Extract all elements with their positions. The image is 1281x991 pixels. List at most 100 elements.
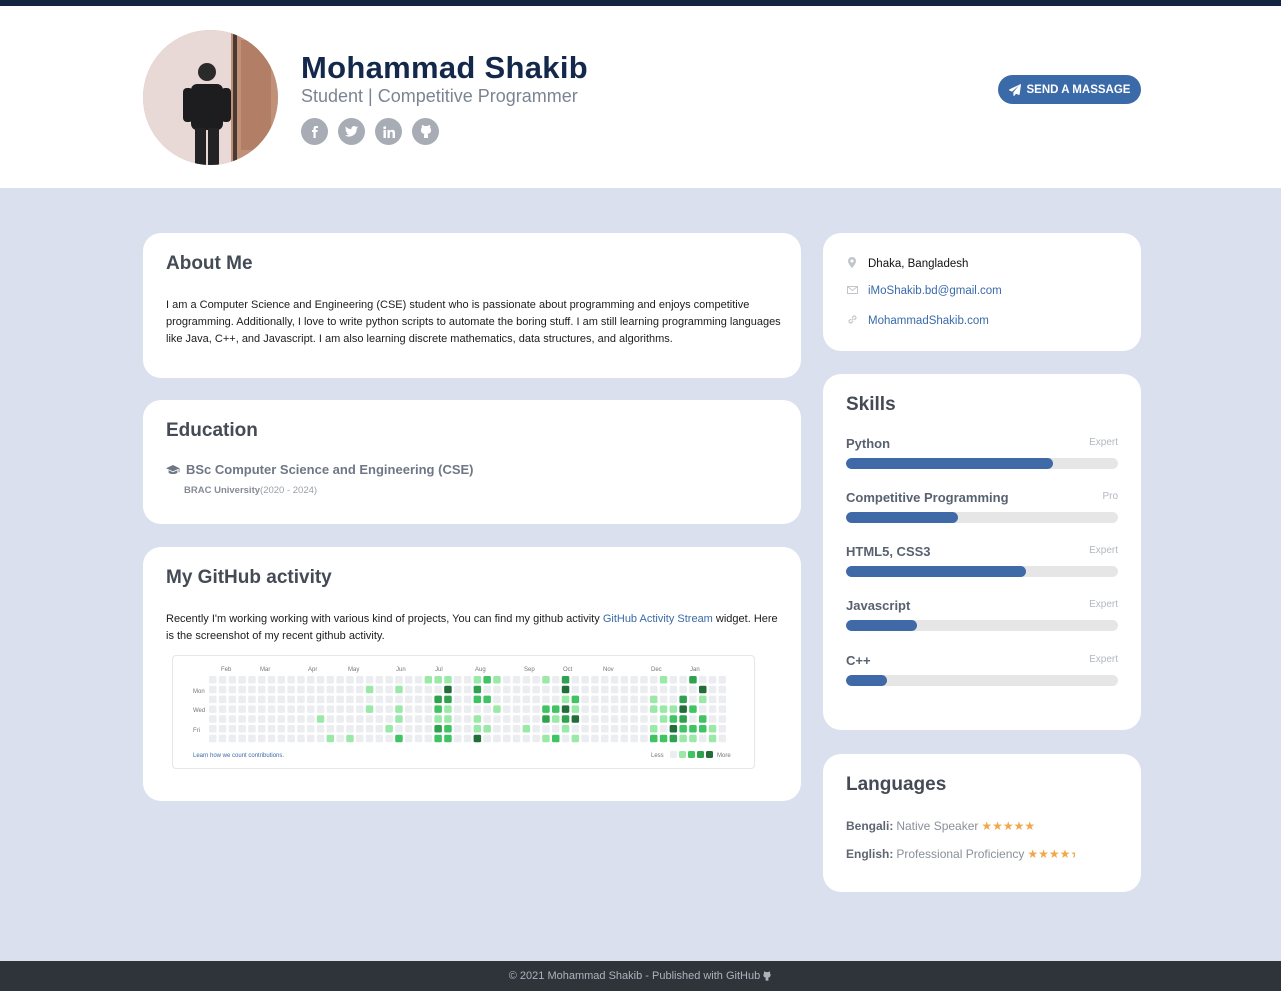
email-link[interactable]: iMoShakib.bd@gmail.com bbox=[868, 285, 1002, 297]
university-name: BRAC University bbox=[184, 485, 261, 496]
contribution-cell bbox=[365, 715, 374, 723]
contribution-cell bbox=[414, 725, 423, 733]
contribution-cell bbox=[356, 725, 364, 733]
contribution-cell bbox=[307, 715, 315, 723]
contribution-cell bbox=[561, 695, 570, 704]
half-star-icon: ★ bbox=[1070, 847, 1075, 861]
contribution-cell bbox=[238, 685, 246, 694]
contribution-cell bbox=[483, 734, 491, 743]
contribution-cell bbox=[434, 695, 442, 704]
contribution-cell bbox=[218, 705, 227, 713]
contribution-cell bbox=[561, 725, 570, 733]
contribution-cell bbox=[718, 695, 727, 704]
language-level: Professional Proficiency bbox=[896, 847, 1025, 861]
contribution-cell bbox=[365, 685, 374, 694]
send-message-button[interactable]: SEND A MASSAGE bbox=[998, 75, 1141, 104]
contribution-cell bbox=[659, 705, 668, 713]
contribution-cell bbox=[463, 715, 472, 723]
email-row: iMoShakib.bd@gmail.com bbox=[846, 285, 1002, 297]
skill-bar-fill bbox=[846, 512, 958, 523]
contribution-cell bbox=[679, 715, 687, 723]
contribution-cell bbox=[522, 734, 531, 743]
twitter-icon[interactable] bbox=[338, 118, 365, 145]
skills-card: Skills Python Expert Competitive Program… bbox=[823, 374, 1141, 730]
day-label: Fri bbox=[193, 728, 200, 734]
contribution-cell bbox=[218, 715, 227, 723]
contribution-cell bbox=[620, 705, 629, 713]
contribution-cell bbox=[640, 725, 648, 733]
contribution-cell bbox=[444, 676, 452, 684]
contribution-cell bbox=[699, 715, 707, 723]
contribution-cell bbox=[610, 734, 619, 743]
contribution-cell bbox=[630, 695, 638, 704]
month-label: Feb bbox=[221, 667, 232, 673]
skill-bar bbox=[846, 566, 1118, 577]
month-label: Jul bbox=[435, 667, 443, 673]
contribution-cell bbox=[385, 725, 393, 733]
contribution-cell bbox=[346, 734, 354, 743]
contribution-cell bbox=[346, 725, 354, 733]
website-link[interactable]: MohammadShakib.com bbox=[868, 315, 989, 327]
contribution-cell bbox=[209, 705, 217, 713]
facebook-icon[interactable] bbox=[301, 118, 328, 145]
contribution-cell bbox=[248, 715, 256, 723]
contribution-cell bbox=[267, 705, 276, 713]
contribution-cell bbox=[238, 695, 246, 704]
month-label: Jun bbox=[396, 667, 406, 673]
contribution-cell bbox=[434, 734, 442, 743]
contribution-cell bbox=[483, 725, 491, 733]
contribution-cell bbox=[414, 685, 423, 694]
map-pin-icon bbox=[846, 257, 858, 271]
language-row: English: Professional Proficiency ★★★★★ bbox=[846, 847, 1075, 861]
contribution-cell bbox=[316, 676, 325, 684]
skill-bar-fill bbox=[846, 458, 1053, 469]
contribution-cell bbox=[542, 715, 550, 723]
contribution-cell bbox=[385, 715, 393, 723]
contribution-cell bbox=[571, 705, 580, 713]
contribution-cell bbox=[444, 685, 452, 694]
contribution-cell bbox=[552, 715, 560, 723]
contribution-cell bbox=[630, 676, 638, 684]
contribution-cell bbox=[571, 685, 580, 694]
contribution-cell bbox=[218, 676, 227, 684]
contribution-cell bbox=[248, 734, 256, 743]
contribution-cell bbox=[248, 705, 256, 713]
contribution-cell bbox=[591, 734, 599, 743]
send-message-label: SEND A MASSAGE bbox=[1026, 83, 1131, 96]
github-icon[interactable] bbox=[412, 118, 439, 145]
contribution-cell bbox=[238, 676, 246, 684]
legend-swatch bbox=[697, 751, 704, 758]
contribution-cell bbox=[503, 676, 511, 684]
legend-swatch bbox=[706, 751, 713, 758]
contribution-cell bbox=[542, 676, 550, 684]
contribution-cell bbox=[258, 676, 266, 684]
contribution-cell bbox=[326, 685, 335, 694]
contribution-cell bbox=[640, 734, 648, 743]
contribution-cell bbox=[228, 734, 237, 743]
github-activity-stream-link[interactable]: GitHub Activity Stream bbox=[603, 613, 713, 625]
contribution-cell bbox=[326, 695, 335, 704]
contribution-cell bbox=[650, 715, 658, 723]
contribution-cell bbox=[287, 705, 295, 713]
contribution-cell bbox=[718, 676, 727, 684]
linkedin-icon[interactable] bbox=[375, 118, 402, 145]
contribution-cell bbox=[620, 676, 629, 684]
contribution-cell bbox=[493, 734, 501, 743]
contribution-cell bbox=[385, 685, 393, 694]
contribution-cell bbox=[454, 695, 462, 704]
contribution-cell bbox=[503, 715, 511, 723]
contribution-cell bbox=[522, 676, 531, 684]
contribution-cell bbox=[689, 715, 697, 723]
skill-level: Expert bbox=[1089, 545, 1118, 556]
contribution-cell bbox=[650, 676, 658, 684]
contribution-cell bbox=[669, 734, 678, 743]
contribution-cell bbox=[434, 676, 442, 684]
contribution-cell bbox=[650, 725, 658, 733]
contributions-help-link[interactable]: Learn how we count contributions. bbox=[193, 753, 284, 759]
contribution-cell bbox=[287, 715, 295, 723]
contribution-cell bbox=[297, 725, 305, 733]
contribution-cell bbox=[258, 715, 266, 723]
contribution-cell bbox=[385, 705, 393, 713]
skill-bar bbox=[846, 675, 1118, 686]
contribution-cell bbox=[346, 705, 354, 713]
